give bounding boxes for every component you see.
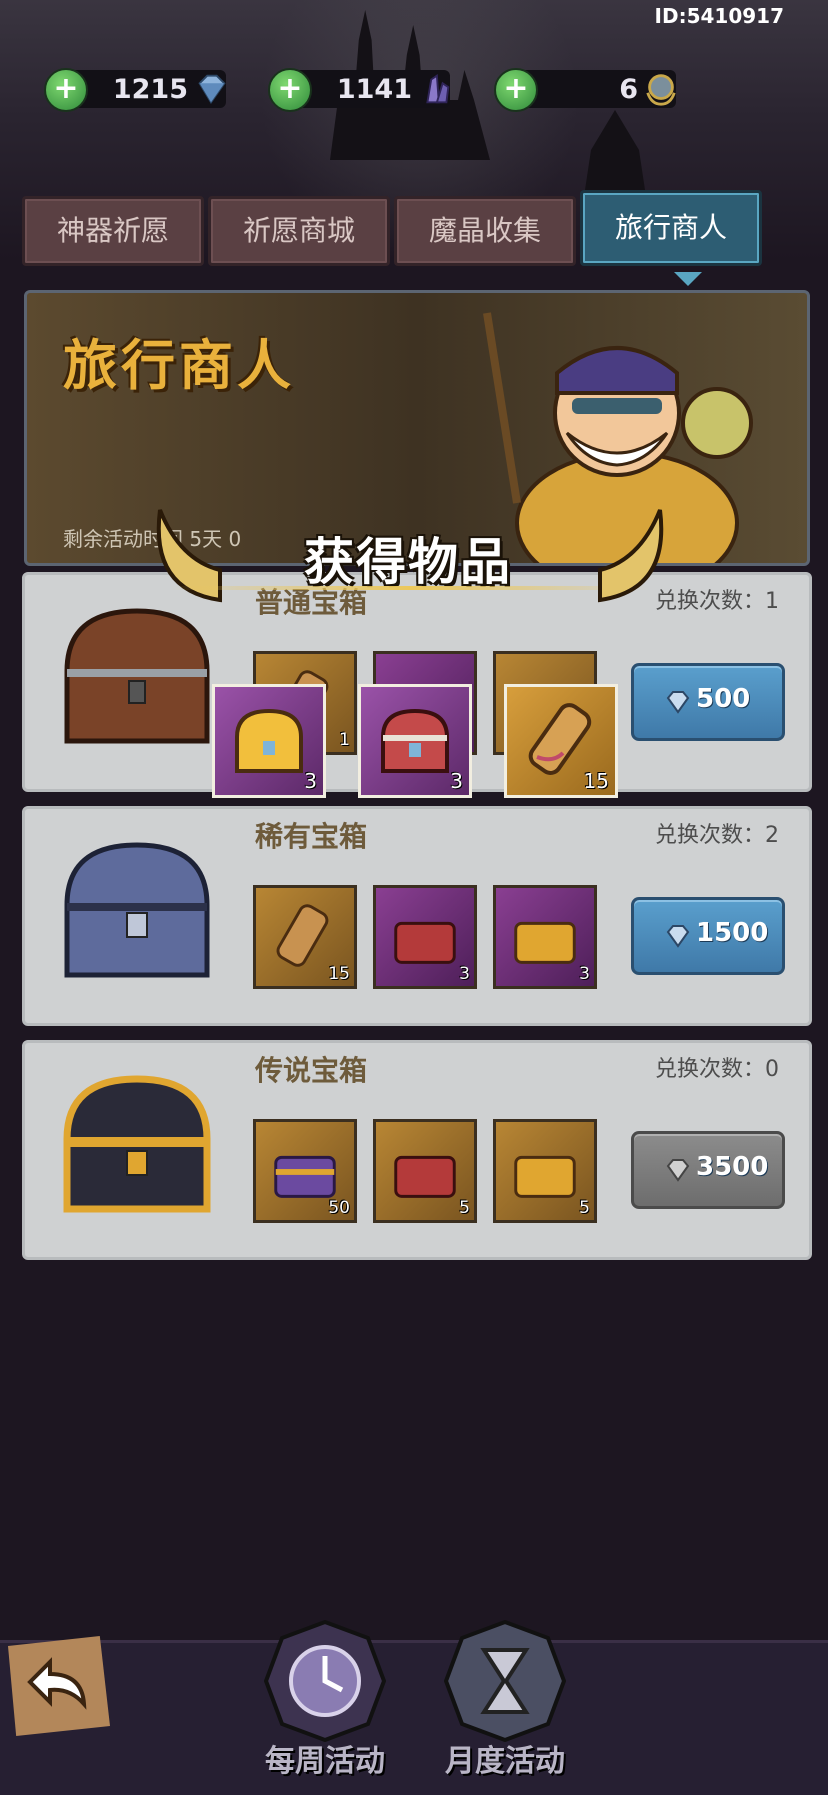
common-chest-icon — [64, 608, 210, 744]
tower-silhouette — [585, 110, 645, 190]
gold-chest-icon — [514, 1155, 576, 1198]
buy-rare-chest-button[interactable]: 1500 — [631, 897, 785, 975]
active-tab-pointer — [674, 272, 702, 286]
monthly-activity-nav[interactable]: 月度活动 — [430, 1620, 580, 1790]
reward-slot[interactable]: 15 — [253, 885, 357, 989]
hourglass-emblem-icon — [444, 1620, 566, 1742]
red-chest-icon — [394, 1155, 456, 1198]
right-horn-ornament-icon — [598, 509, 664, 603]
exchange-count: 兑换次数：0 — [655, 1057, 779, 1082]
add-medal-button[interactable]: + — [494, 68, 538, 112]
popup-title: 获得物品 — [304, 533, 512, 591]
reward-slot[interactable]: 3 — [493, 885, 597, 989]
resource-diamond: + 1215 — [44, 66, 234, 112]
chest-name: 稀有宝箱 — [255, 820, 368, 853]
player-id: ID:5410917 — [654, 4, 784, 28]
medal-icon — [646, 74, 676, 106]
bottom-bar — [0, 1640, 828, 1795]
obtained-item[interactable]: 3 — [358, 684, 472, 798]
weekly-activity-nav[interactable]: 每周活动 — [250, 1620, 400, 1790]
chest-card-rare: 稀有宝箱 兑换次数：2 15 3 3 1500 — [22, 806, 812, 1026]
tab-wish-shop[interactable]: 祈愿商城 — [208, 196, 390, 266]
red-chest-icon — [394, 921, 456, 964]
resource-medal: + 6 — [494, 66, 684, 112]
crystal-icon — [426, 74, 450, 104]
tab-artifact-wish[interactable]: 神器祈愿 — [22, 196, 204, 266]
diamond-icon — [666, 691, 690, 714]
diamond-icon — [666, 925, 690, 948]
weekly-activity-label: 每周活动 — [265, 1744, 385, 1779]
monthly-activity-label: 月度活动 — [445, 1744, 565, 1779]
rare-chest-icon — [64, 842, 210, 978]
obtained-items-popup: 获得物品 — [130, 500, 690, 610]
red-chest-icon — [381, 708, 449, 773]
gold-chest-icon — [235, 708, 303, 773]
reward-slot[interactable]: 5 — [493, 1119, 597, 1223]
add-diamond-button[interactable]: + — [44, 68, 88, 112]
diamond-icon — [666, 1159, 690, 1182]
back-arrow-icon — [27, 1657, 87, 1710]
clock-emblem-icon — [264, 1620, 386, 1742]
gold-chest-icon — [514, 921, 576, 964]
legendary-chest-icon — [63, 1075, 211, 1213]
reward-slot[interactable]: 5 — [373, 1119, 477, 1223]
tab-bar: 神器祈愿 祈愿商城 魔晶收集 旅行商人 — [22, 186, 762, 286]
resource-crystal: + 1141 — [268, 66, 458, 112]
tab-crystal-collect[interactable]: 魔晶收集 — [394, 196, 576, 266]
reward-slot[interactable]: 3 — [373, 885, 477, 989]
tab-traveling-merchant[interactable]: 旅行商人 — [580, 190, 762, 266]
add-crystal-button[interactable]: + — [268, 68, 312, 112]
diamond-icon — [198, 74, 226, 105]
buy-common-chest-button[interactable]: 500 — [631, 663, 785, 741]
obtained-item[interactable]: 15 — [504, 684, 618, 798]
crystal-count: 1141 — [336, 74, 412, 105]
medal-count: 6 — [619, 74, 638, 105]
banner-title: 旅行商人 — [63, 334, 295, 397]
buy-legendary-chest-button[interactable]: 3500 — [631, 1131, 785, 1209]
diamond-count: 1215 — [112, 74, 188, 105]
chest-card-legendary: 传说宝箱 兑换次数：0 50 5 5 3500 — [22, 1040, 812, 1260]
reward-slot[interactable]: 50 — [253, 1119, 357, 1223]
popup-divider — [170, 586, 650, 590]
exchange-count: 兑换次数：2 — [655, 823, 779, 848]
obtained-item[interactable]: 3 — [212, 684, 326, 798]
back-button[interactable] — [8, 1636, 110, 1736]
chest-name: 传说宝箱 — [255, 1054, 368, 1087]
left-horn-ornament-icon — [156, 509, 222, 603]
